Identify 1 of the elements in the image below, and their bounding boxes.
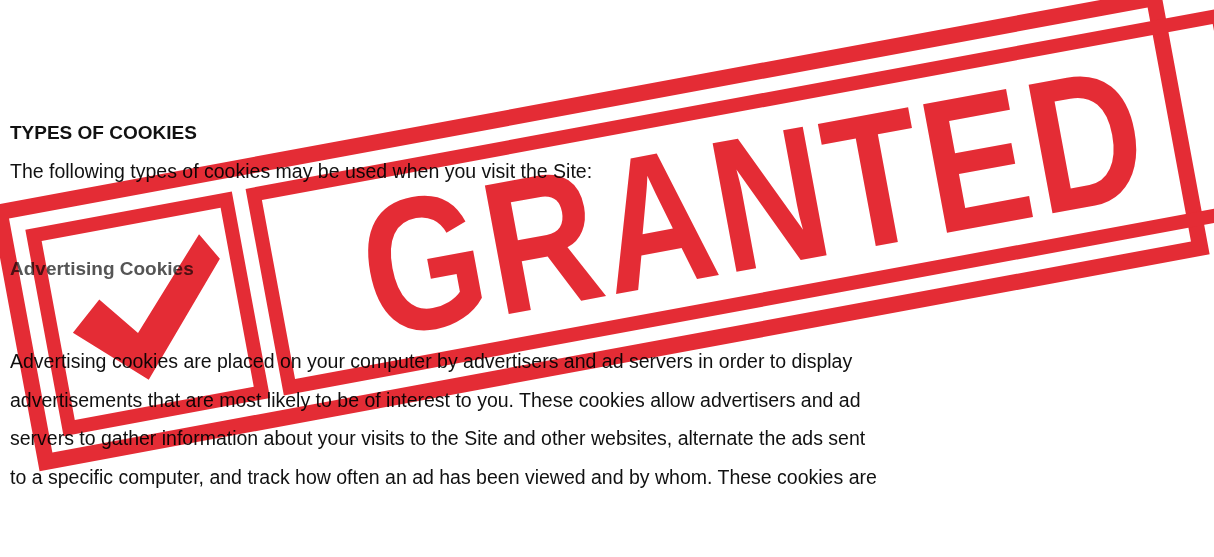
- body-text: to a specific computer, and track how often an ad has been viewed and by whom. These cookies are: [10, 464, 878, 490]
